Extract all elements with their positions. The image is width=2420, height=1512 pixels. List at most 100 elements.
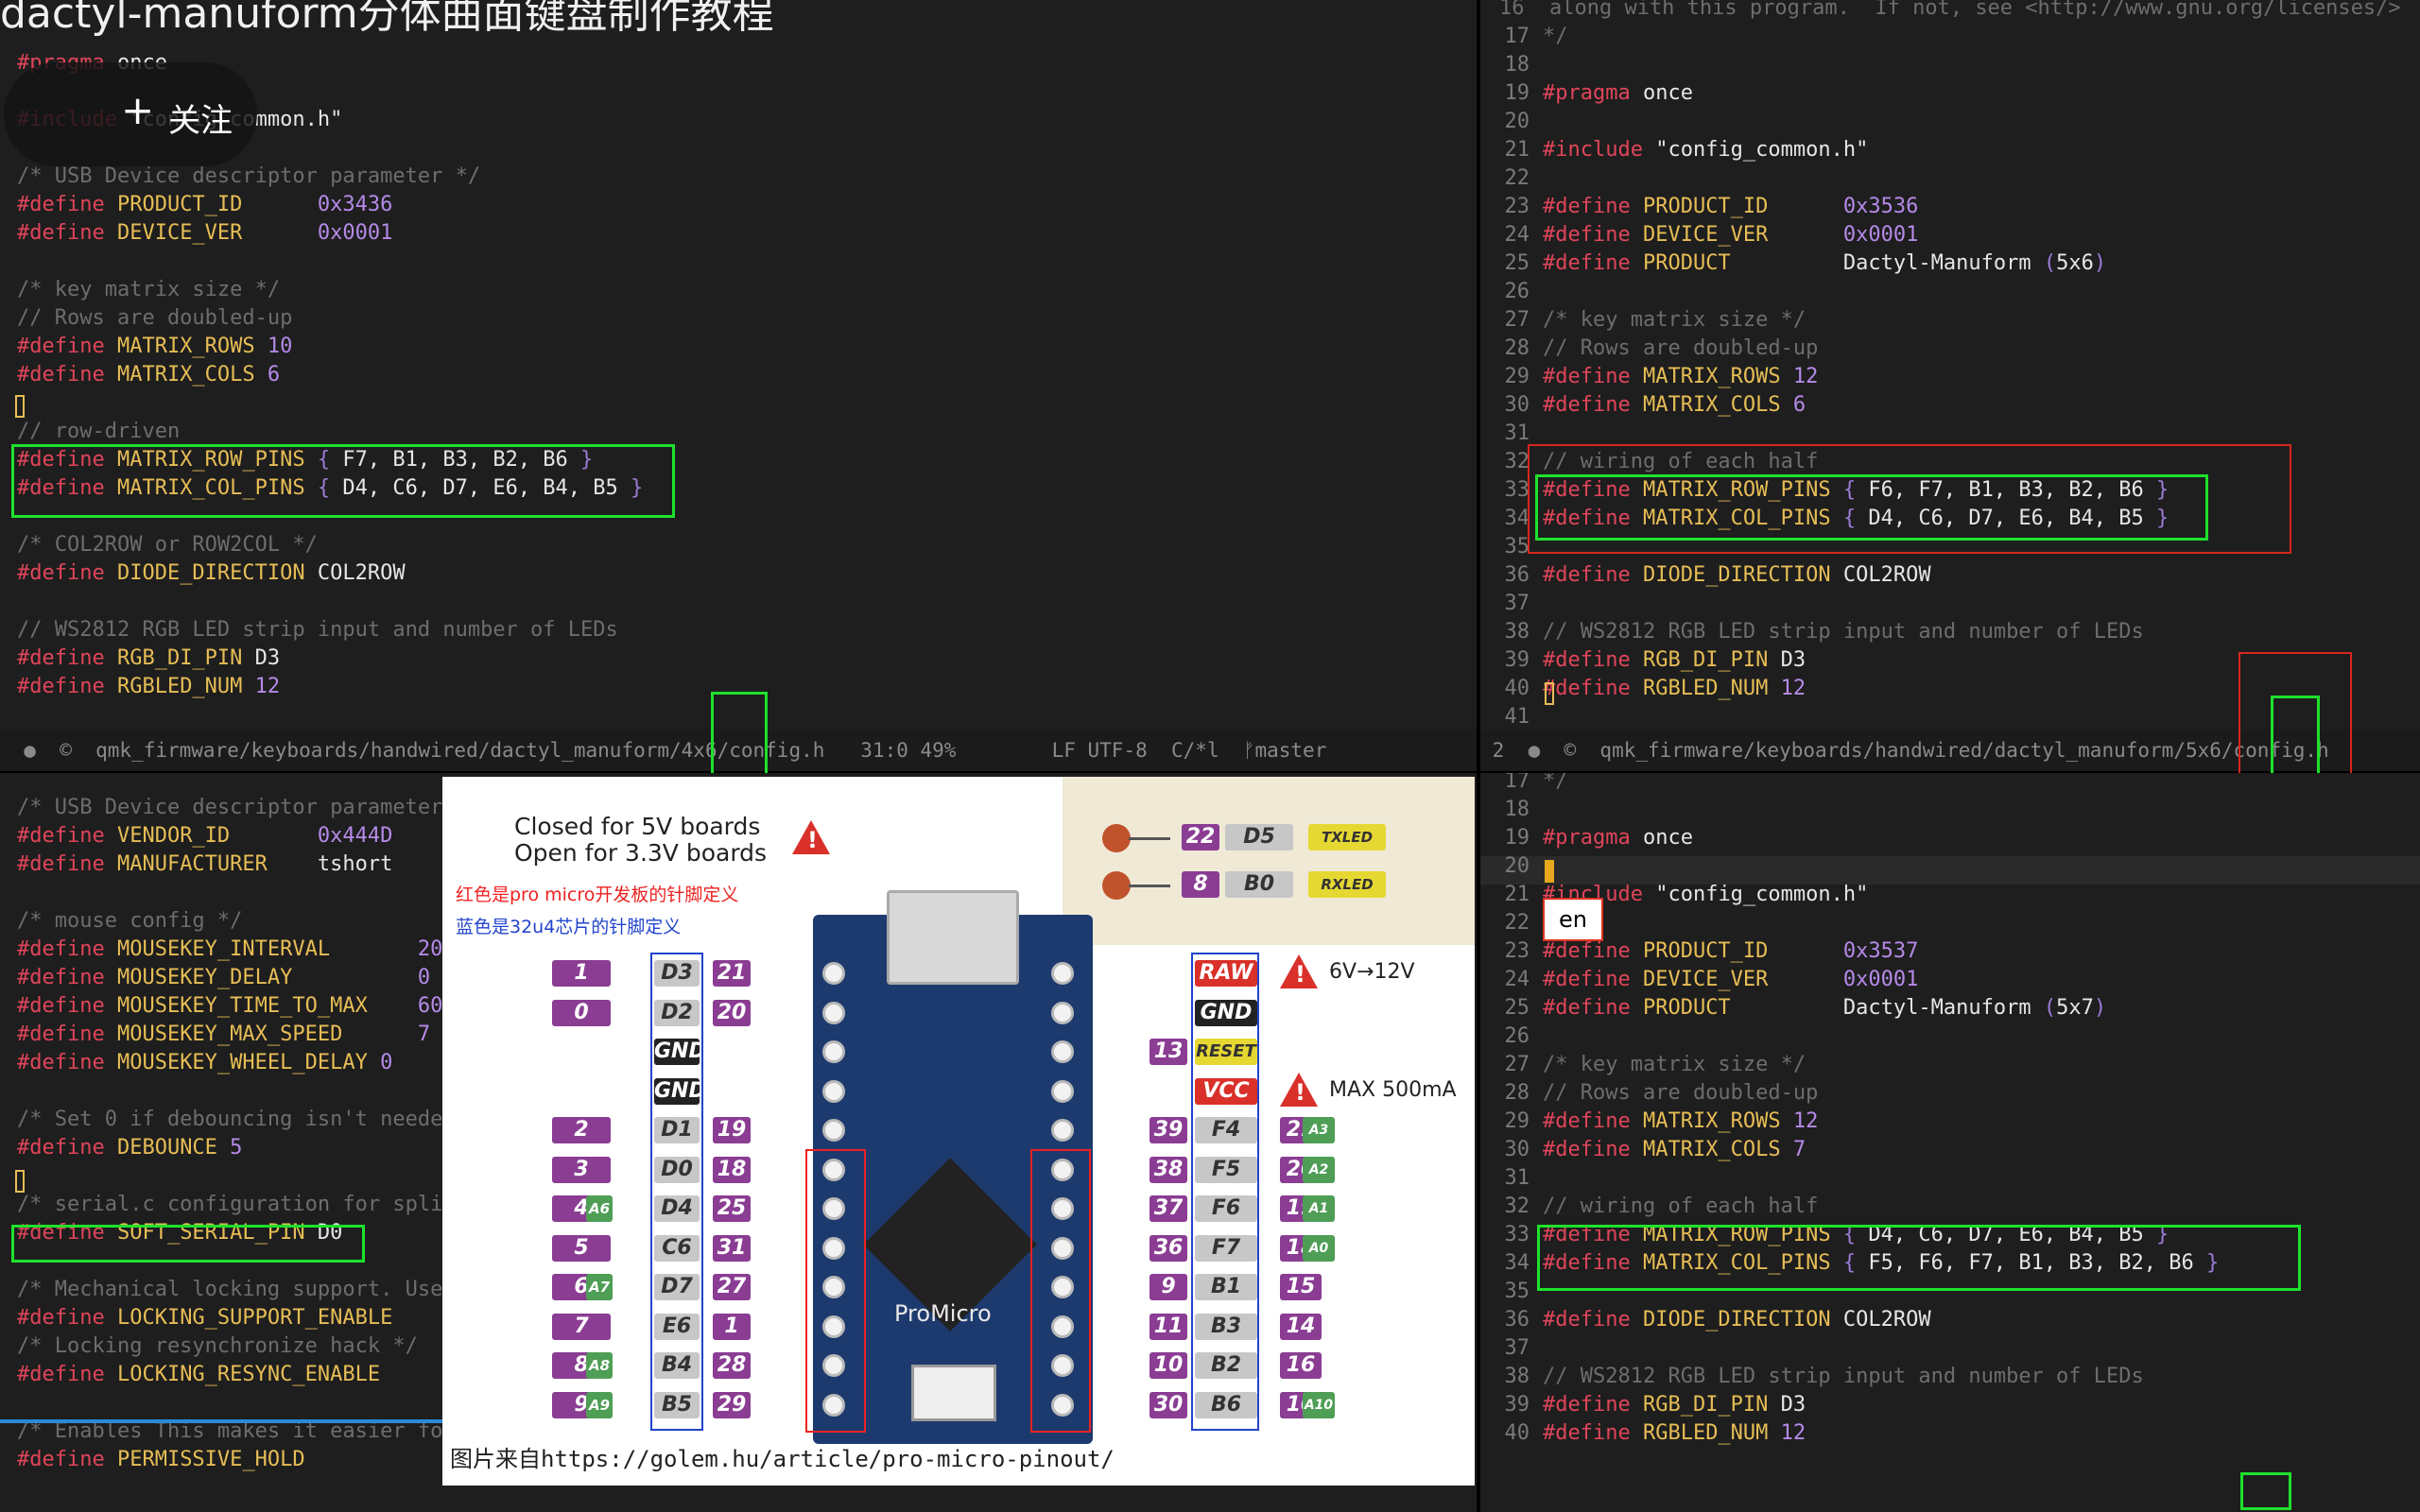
code-line[interactable]: #define MOUSEKEY_DELAY 0	[17, 964, 430, 992]
code-line[interactable]: 17 */	[1480, 23, 1568, 51]
code-line[interactable]: 20	[1480, 108, 1543, 136]
code-line[interactable]: 27 /* key matrix size */	[1480, 1051, 1806, 1079]
pin-hole	[1051, 1040, 1074, 1063]
code-line[interactable]: 21 #include "config_common.h"	[1480, 136, 1869, 164]
code-line[interactable]: #define DIODE_DIRECTION COL2ROW	[17, 559, 406, 588]
code-line[interactable]: #define PRODUCT_ID 0x3436	[17, 191, 392, 219]
pin-hole	[1051, 962, 1074, 985]
code-line[interactable]: #define LOCKING_RESYNC_ENABLE	[17, 1361, 380, 1389]
code-line[interactable]: 36 #define DIODE_DIRECTION COL2ROW	[1480, 561, 1931, 590]
code-line[interactable]: 29 #define MATRIX_ROWS 12	[1480, 1108, 1819, 1136]
code-token: 5x6	[2056, 251, 2094, 275]
code-line[interactable]: #define MOUSEKEY_TIME_TO_MAX 60	[17, 992, 442, 1021]
code-line[interactable]: 21 #include "config_common.h"	[1480, 881, 1869, 909]
code-line[interactable]: #define DEBOUNCE 5	[17, 1134, 242, 1162]
line-number: 23	[1504, 195, 1530, 218]
code-line[interactable]: #define MATRIX_COLS 6	[17, 361, 280, 389]
code-line[interactable]: #define MANUFACTURER tshort	[17, 850, 392, 879]
code-line[interactable]: 38 // WS2812 RGB LED strip input and numb…	[1480, 1363, 2144, 1391]
code-token: */	[1543, 25, 1568, 48]
usb-connector	[887, 890, 1019, 985]
code-line[interactable]: 27 /* key matrix size */	[1480, 306, 1806, 335]
editor-pane-5x7[interactable]: 17 */ 18 19 #pragma once 20 21 #include "config…	[1480, 773, 2420, 1512]
line-number: 21	[1504, 138, 1530, 162]
code-line[interactable]: 31	[1480, 1164, 1543, 1193]
code-line[interactable]: 25 #define PRODUCT Dactyl-Manuform (5x7)	[1480, 994, 2107, 1022]
code-line[interactable]: // WS2812 RGB LED strip input and number…	[17, 616, 618, 644]
code-line[interactable]: #define MATRIX_ROWS 10	[17, 333, 292, 361]
code-line[interactable]: #define MOUSEKEY_INTERVAL 20	[17, 936, 442, 964]
editor-pane-5x6[interactable]: 16 along with this program. If not, see …	[1480, 0, 2420, 730]
code-line[interactable]: 40 #define RGBLED_NUM 12	[1480, 1419, 1806, 1448]
code-line[interactable]: 30 #define MATRIX_COLS 6	[1480, 391, 1806, 420]
code-token: PRODUCT	[1630, 996, 1731, 1020]
code-line[interactable]: 36 #define DIODE_DIRECTION COL2ROW	[1480, 1306, 1931, 1334]
code-line[interactable]: 32 // wiring of each half	[1480, 1193, 1819, 1221]
code-line[interactable]: /* Locking resynchronize hack */	[17, 1332, 418, 1361]
code-line[interactable]: 39 #define RGB_DI_PIN D3	[1480, 1391, 1806, 1419]
code-line[interactable]: 26	[1480, 278, 1543, 306]
code-line[interactable]: #define MOUSEKEY_WHEEL_DELAY 0	[17, 1049, 392, 1077]
code-line[interactable]: 37	[1480, 590, 1543, 618]
code-line[interactable]: /* USB Device descriptor parameter */	[17, 794, 480, 822]
code-token: DIODE_DIRECTION	[104, 561, 305, 585]
line-number: 27	[1504, 1053, 1530, 1076]
code-line[interactable]: #define PERMISSIVE_HOLD	[17, 1446, 305, 1474]
code-token: PRODUCT_ID	[104, 193, 243, 216]
line-number: 19	[1504, 826, 1530, 850]
code-token: MATRIX_COLS	[1630, 393, 1781, 417]
follow-button[interactable]: + 关注	[4, 62, 257, 166]
analog-label: A9	[586, 1391, 613, 1418]
code-line[interactable]: /* mouse config */	[17, 907, 242, 936]
code-line[interactable]: 18	[1480, 796, 1543, 824]
code-line[interactable]: 37	[1480, 1334, 1543, 1363]
code-line[interactable]: 26	[1480, 1022, 1543, 1051]
highlight-soft-serial-pin	[11, 1225, 365, 1263]
code-token: 60	[367, 994, 443, 1018]
code-line[interactable]: 23 #define PRODUCT_ID 0x3537	[1480, 937, 1919, 966]
code-token: "config_common.h"	[1642, 883, 1869, 906]
code-token: DEVICE_VER	[1630, 223, 1769, 247]
code-line[interactable]: 22	[1480, 164, 1543, 193]
code-line[interactable]: 38 // WS2812 RGB LED strip input and numb…	[1480, 618, 2144, 646]
analog-label: A6	[586, 1195, 613, 1222]
code-line[interactable]: #define MOUSEKEY_MAX_SPEED 7	[17, 1021, 430, 1049]
code-token: #define	[17, 646, 105, 670]
code-line[interactable]: 29 #define MATRIX_ROWS 12	[1480, 363, 1819, 391]
code-line[interactable]: 24 #define DEVICE_VER 0x0001	[1480, 966, 1919, 994]
analog-label: A10	[1303, 1391, 1335, 1418]
code-line[interactable]: 30 #define MATRIX_COLS 7	[1480, 1136, 1806, 1164]
code-line[interactable]: 23 #define PRODUCT_ID 0x3536	[1480, 193, 1919, 221]
highlight-row-col-pins-4x6	[11, 444, 675, 518]
code-line[interactable]: 24 #define DEVICE_VER 0x0001	[1480, 221, 1919, 249]
code-line[interactable]: /* Set 0 if debouncing isn't needed */	[17, 1106, 493, 1134]
code-line[interactable]: #define DEVICE_VER 0x0001	[17, 219, 392, 248]
code-line[interactable]: 18	[1480, 51, 1543, 79]
code-line[interactable]: 20	[1480, 852, 1543, 881]
code-line[interactable]: // Rows are doubled-up	[17, 304, 292, 333]
code-line[interactable]: 17 */	[1480, 773, 1568, 796]
code-line[interactable]: /* key matrix size */	[17, 276, 280, 304]
code-line[interactable]: /* COL2ROW or ROW2COL */	[17, 531, 318, 559]
line-number: 35	[1504, 1280, 1530, 1303]
code-token: 6	[1780, 393, 1806, 417]
code-line[interactable]: 28 // Rows are doubled-up	[1480, 335, 1819, 363]
code-line[interactable]: // row-driven	[17, 418, 180, 446]
code-line[interactable]: /* USB Device descriptor parameter */	[17, 163, 480, 191]
code-line[interactable]: #define RGB_DI_PIN D3	[17, 644, 280, 673]
code-line[interactable]: 19 #pragma once	[1480, 79, 1693, 108]
code-line[interactable]: #define LOCKING_SUPPORT_ENABLE	[17, 1304, 392, 1332]
code-line[interactable]: 19 #pragma once	[1480, 824, 1693, 852]
code-line[interactable]: 39 #define RGB_DI_PIN D3	[1480, 646, 1806, 675]
code-line[interactable]: 28 // Rows are doubled-up	[1480, 1079, 1819, 1108]
code-line[interactable]: 41	[1480, 703, 1543, 730]
code-line[interactable]: 22	[1480, 909, 1543, 937]
code-token: #define	[1543, 968, 1631, 991]
code-line[interactable]: 25 #define PRODUCT Dactyl-Manuform (5x6)	[1480, 249, 2107, 278]
code-line[interactable]: #define RGBLED_NUM 12	[17, 673, 280, 701]
code-line[interactable]: 35	[1480, 1278, 1543, 1306]
code-token: // WS2812 RGB LED strip input and number…	[1543, 1365, 2144, 1388]
code-line[interactable]: #define VENDOR_ID 0x444D	[17, 822, 392, 850]
code-line[interactable]: 40 #define RGBLED_NUM 12	[1480, 675, 1806, 703]
code-token: 12	[1768, 677, 1806, 700]
